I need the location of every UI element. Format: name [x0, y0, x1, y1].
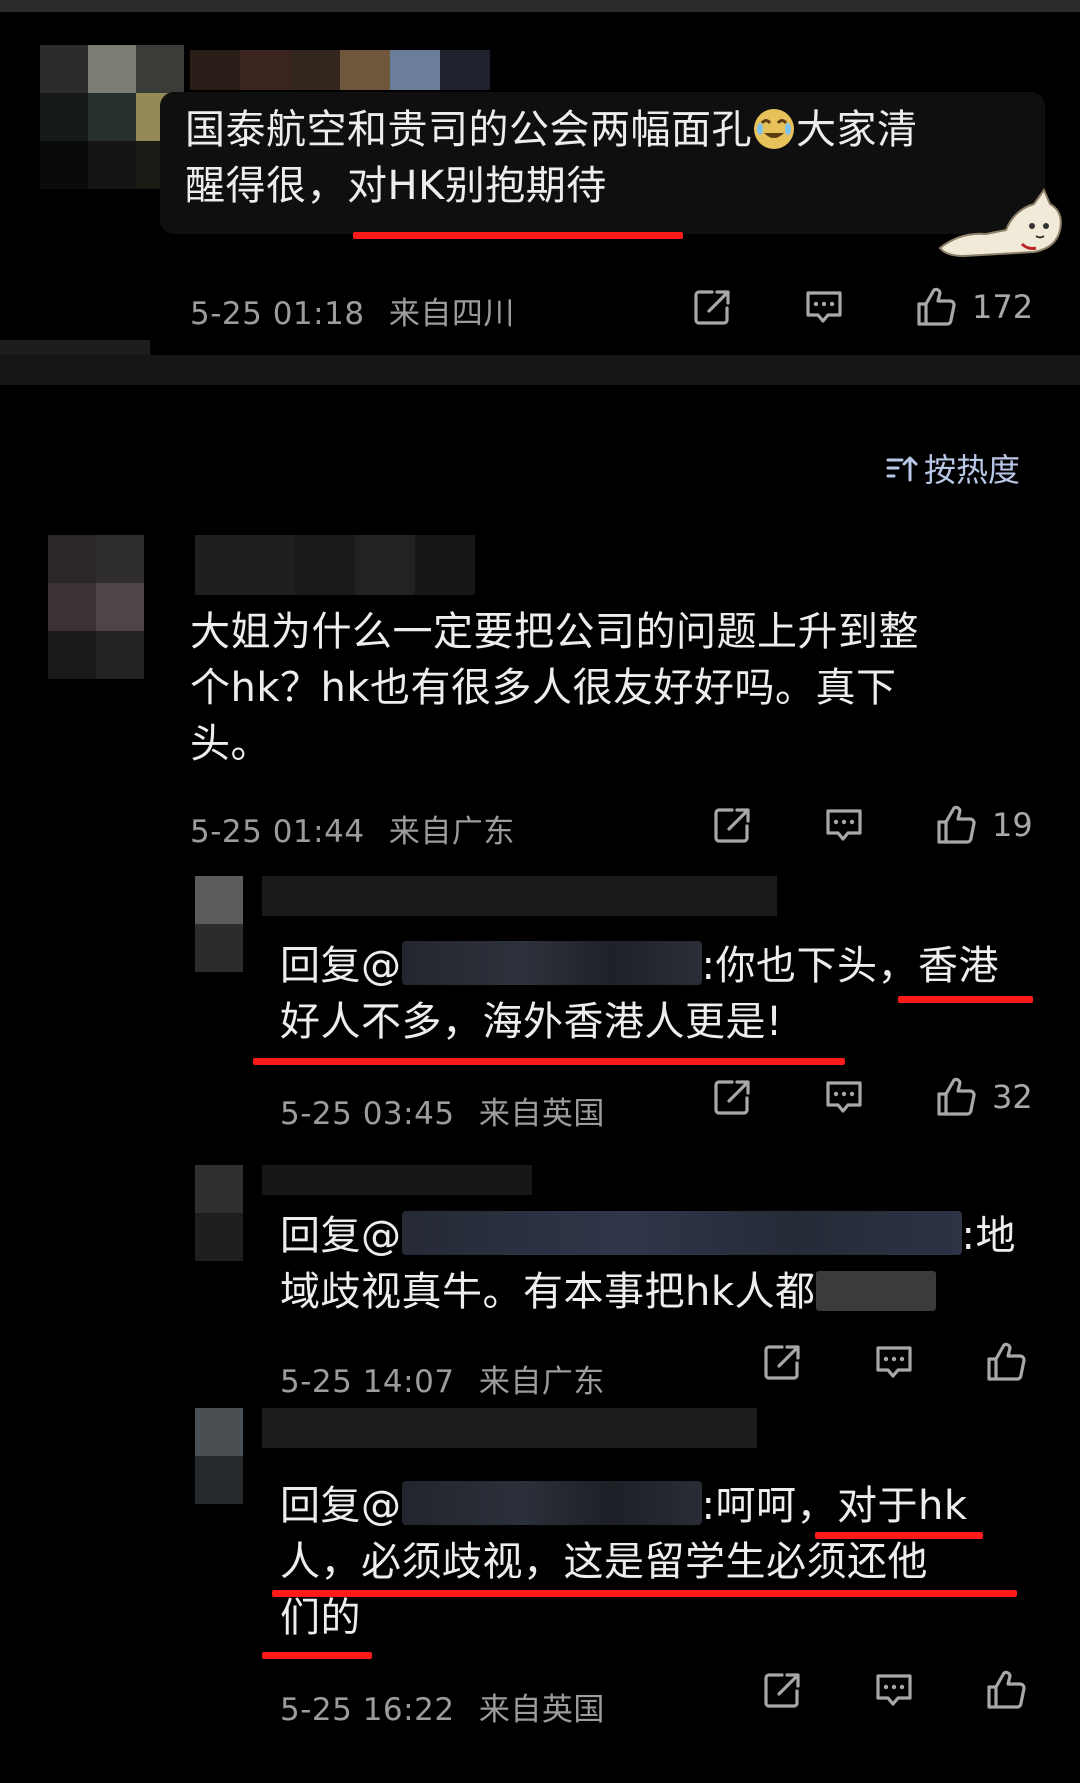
- share-icon[interactable]: [760, 1668, 804, 1712]
- mention-blur[interactable]: [401, 1211, 962, 1255]
- comment-location: 来自广东: [388, 814, 515, 850]
- reply-actions: [760, 1340, 1042, 1384]
- underline-mark: [353, 232, 683, 239]
- like-count: 19: [992, 806, 1033, 844]
- reply-location: 来自英国: [478, 1692, 605, 1728]
- underline-mark: [253, 1058, 845, 1065]
- like-count: 172: [972, 288, 1034, 326]
- comment-actions: 19: [710, 803, 1033, 847]
- avatar[interactable]: [195, 876, 243, 972]
- username[interactable]: [262, 876, 777, 916]
- comment-text: 大姐为什么一定要把公司的问题上升到整 个hk？hk也有很多人很友好好吗。真下 头…: [190, 609, 919, 767]
- comment-meta: 5-25 01:18 来自四川: [190, 288, 515, 333]
- reply-comment-icon[interactable]: [822, 803, 866, 847]
- username[interactable]: [190, 50, 490, 90]
- sort-icon: [886, 456, 918, 482]
- reply-actions: 32: [710, 1075, 1033, 1119]
- dog-sticker-icon: [938, 187, 1062, 258]
- share-icon[interactable]: [690, 285, 734, 329]
- comment-location: 来自四川: [388, 296, 515, 332]
- reply-comment-icon[interactable]: [802, 285, 846, 329]
- share-icon[interactable]: [760, 1340, 804, 1384]
- username[interactable]: [195, 535, 475, 595]
- like-count: 32: [992, 1078, 1033, 1116]
- share-icon[interactable]: [710, 1075, 754, 1119]
- reply-comment-icon[interactable]: [822, 1075, 866, 1119]
- comment-feed: 国泰航空和贵司的公会两幅面孔 大家清 醒得很，对HK别抱期待 5-25 01:18…: [0, 0, 1080, 1783]
- reply-time: 5-25 03:45: [280, 1096, 455, 1132]
- reply-time: 5-25 14:07: [280, 1364, 455, 1400]
- share-icon[interactable]: [710, 803, 754, 847]
- reply-actions: [760, 1668, 1042, 1712]
- sort-toggle[interactable]: 按热度: [884, 445, 1020, 491]
- comment-time: 5-25 01:44: [190, 814, 365, 850]
- like-icon[interactable]: [934, 1075, 978, 1119]
- underline-mark: [898, 996, 1033, 1003]
- comment-time: 5-25 01:18: [190, 296, 365, 332]
- sort-label: 按热度: [924, 451, 1021, 489]
- text-blur: [815, 1271, 936, 1311]
- like-icon[interactable]: [934, 803, 978, 847]
- username[interactable]: [262, 1408, 757, 1448]
- reply-meta: 5-25 03:45 来自英国: [280, 1088, 605, 1133]
- reply-meta: 5-25 16:22 来自英国: [280, 1684, 605, 1729]
- reply-comment-icon[interactable]: [872, 1668, 916, 1712]
- underline-mark: [272, 1590, 1017, 1597]
- crying-laughing-face-icon: [754, 109, 794, 149]
- reply-time: 5-25 16:22: [280, 1692, 455, 1728]
- mention-blur[interactable]: [401, 941, 702, 985]
- avatar[interactable]: [195, 1408, 243, 1504]
- top-strip: [0, 0, 1080, 12]
- comment-meta: 5-25 01:44 来自广东: [190, 806, 515, 851]
- like-icon[interactable]: [914, 285, 958, 329]
- reply-text: 回复@:你也下头，香港 好人不多，海外香港人更是!: [280, 941, 999, 1045]
- like-icon[interactable]: [984, 1340, 1028, 1384]
- like-icon[interactable]: [984, 1668, 1028, 1712]
- reply-comment-icon[interactable]: [872, 1340, 916, 1384]
- reply-location: 来自广东: [478, 1364, 605, 1400]
- section-divider: [0, 355, 1080, 385]
- comment-actions: 172: [690, 285, 1033, 329]
- avatar[interactable]: [195, 1165, 243, 1261]
- reply-text: 回复@:呵呵，对于hk 人，必须歧视，这是留学生必须还他 们的: [280, 1481, 968, 1641]
- avatar[interactable]: [48, 535, 144, 679]
- underline-mark: [815, 1532, 983, 1539]
- username[interactable]: [262, 1165, 532, 1195]
- mention-blur[interactable]: [401, 1481, 702, 1525]
- reply-location: 来自英国: [478, 1096, 605, 1132]
- reply-text: 回复@:地 域歧视真牛。有本事把hk人都: [280, 1211, 1016, 1315]
- reply-meta: 5-25 14:07 来自广东: [280, 1356, 605, 1401]
- underline-mark: [262, 1652, 372, 1659]
